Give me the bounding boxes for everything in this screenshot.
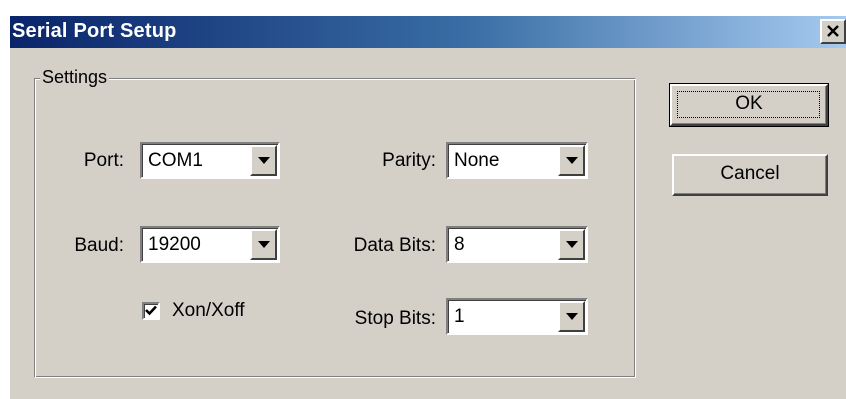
chevron-down-icon (565, 313, 578, 320)
cancel-button-label: Cancel (720, 163, 780, 184)
checkmark-icon (145, 305, 157, 316)
data-bits-label: Data Bits: (353, 235, 436, 256)
ok-button[interactable]: OK (669, 83, 829, 127)
window-title: Serial Port Setup (12, 20, 177, 42)
chevron-down-icon (565, 241, 578, 248)
cancel-button[interactable]: Cancel (672, 154, 828, 196)
parity-dropdown-button[interactable] (558, 145, 585, 176)
data-bits-select[interactable]: 8 (446, 226, 588, 263)
baud-dropdown-button[interactable] (250, 229, 277, 260)
port-dropdown-button[interactable] (250, 145, 277, 176)
baud-select[interactable]: 19200 (140, 226, 280, 263)
baud-label: Baud: (74, 235, 124, 256)
close-icon (827, 25, 839, 37)
stop-bits-dropdown-button[interactable] (558, 301, 585, 332)
parity-value: None (454, 150, 500, 171)
chevron-down-icon (257, 241, 270, 248)
left-margin (0, 0, 10, 399)
serial-port-setup-dialog: Serial Port Setup Settings Port: COM1 Ba… (0, 0, 846, 399)
data-bits-dropdown-button[interactable] (558, 229, 585, 260)
parity-label: Parity: (382, 150, 436, 171)
xon-xoff-label[interactable]: Xon/Xoff (172, 300, 245, 322)
top-margin (0, 0, 846, 16)
stop-bits-select[interactable]: 1 (446, 298, 588, 335)
chevron-down-icon (257, 157, 270, 164)
focus-rectangle (677, 91, 820, 118)
xon-xoff-checkbox[interactable] (142, 302, 160, 320)
data-bits-value: 8 (454, 234, 465, 255)
port-label: Port: (83, 150, 124, 171)
close-button[interactable] (820, 19, 846, 44)
stop-bits-value: 1 (454, 306, 465, 327)
title-bar[interactable]: Serial Port Setup (10, 16, 846, 48)
stop-bits-label: Stop Bits: (354, 308, 436, 329)
parity-select[interactable]: None (446, 142, 588, 179)
chevron-down-icon (565, 157, 578, 164)
baud-value: 19200 (148, 234, 201, 255)
port-select[interactable]: COM1 (140, 142, 280, 179)
settings-group-label: Settings (40, 66, 110, 88)
port-value: COM1 (148, 150, 203, 171)
